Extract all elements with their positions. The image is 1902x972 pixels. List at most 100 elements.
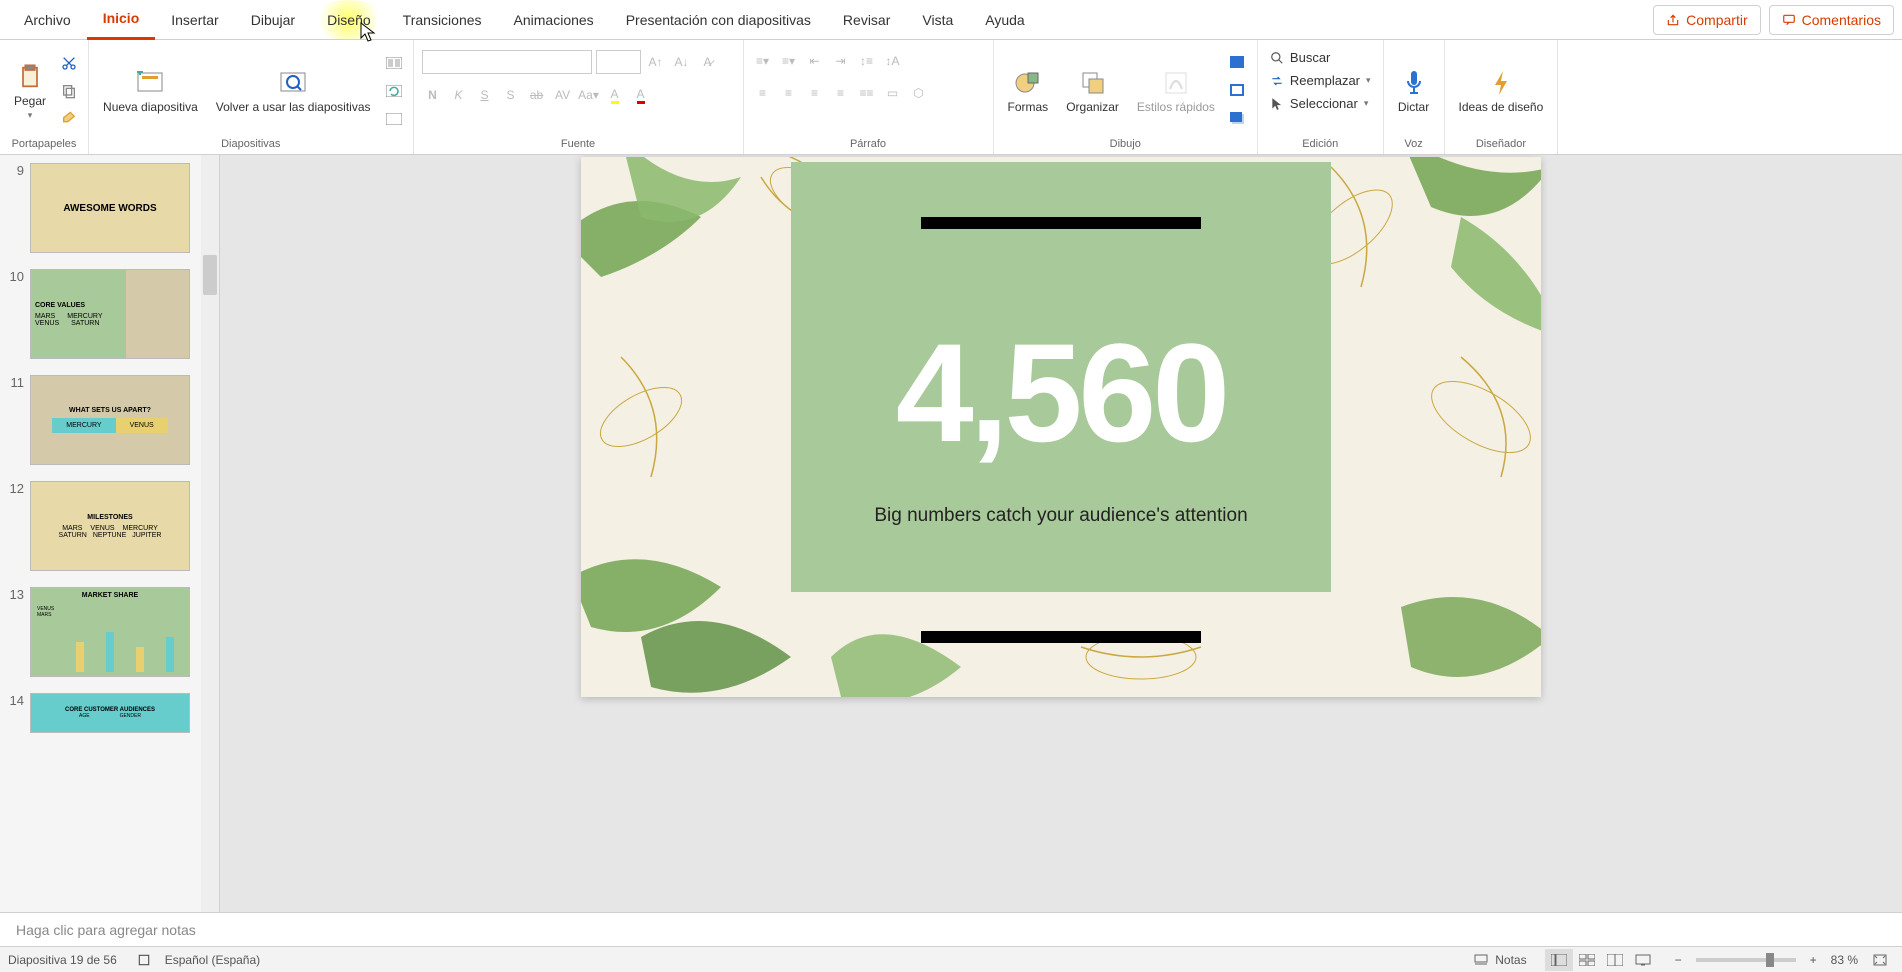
- shape-outline-button[interactable]: [1227, 80, 1249, 102]
- accessibility-icon[interactable]: [137, 953, 151, 967]
- slide-thumb-14[interactable]: 14 CORE CUSTOMER AUDIENCES AGEGENDER: [0, 685, 219, 741]
- shadow-button[interactable]: S: [500, 84, 522, 106]
- find-label: Buscar: [1290, 50, 1330, 65]
- select-button[interactable]: Seleccionar ▾: [1266, 94, 1372, 113]
- text-direction-button[interactable]: ↕A: [882, 50, 904, 72]
- bold-button[interactable]: N: [422, 84, 444, 106]
- strike-button[interactable]: ab: [526, 84, 548, 106]
- fit-window-button[interactable]: [1866, 949, 1894, 971]
- font-family-input[interactable]: [422, 50, 592, 74]
- layout-button[interactable]: [383, 52, 405, 74]
- paste-button[interactable]: Pegar ▾: [8, 59, 52, 123]
- smartart-button[interactable]: ⬡: [908, 82, 930, 104]
- clear-format-button[interactable]: A̷: [697, 51, 719, 73]
- clipboard-icon: [14, 61, 46, 93]
- new-slide-button[interactable]: Nueva diapositiva: [97, 65, 204, 116]
- tab-insertar[interactable]: Insertar: [155, 0, 234, 40]
- tab-archivo[interactable]: Archivo: [8, 0, 87, 40]
- underline-button[interactable]: S: [474, 84, 496, 106]
- zoom-level[interactable]: 83 %: [1831, 953, 1858, 967]
- sorter-view-button[interactable]: [1573, 949, 1601, 971]
- align-text-button[interactable]: ▭: [882, 82, 904, 104]
- reset-button[interactable]: [383, 80, 405, 102]
- quick-styles-button[interactable]: Estilos rápidos: [1131, 65, 1221, 116]
- align-right-button[interactable]: ≡: [804, 82, 826, 104]
- decrease-font-button[interactable]: A↓: [671, 51, 693, 73]
- tab-vista[interactable]: Vista: [906, 0, 969, 40]
- slide-thumb-10[interactable]: 10 CORE VALUES MARSMERCURY VENUSSATURN: [0, 261, 219, 367]
- slide-counter: Diapositiva 19 de 56: [8, 953, 117, 967]
- group-label-paragraph: Párrafo: [752, 138, 985, 152]
- tab-ayuda[interactable]: Ayuda: [969, 0, 1040, 40]
- highlight-button[interactable]: A: [604, 84, 626, 106]
- line-spacing-button[interactable]: ↕≡: [856, 50, 878, 72]
- font-size-input[interactable]: [596, 50, 641, 74]
- tab-presentacion[interactable]: Presentación con diapositivas: [610, 0, 827, 40]
- comments-button[interactable]: Comentarios: [1769, 5, 1894, 35]
- normal-view-button[interactable]: [1545, 949, 1573, 971]
- char-spacing-button[interactable]: AV: [552, 84, 574, 106]
- tab-inicio[interactable]: Inicio: [87, 0, 156, 40]
- bullets-button[interactable]: ≡▾: [752, 50, 774, 72]
- font-color-button[interactable]: A: [630, 84, 652, 106]
- current-slide[interactable]: 4,560 Big numbers catch your audience's …: [581, 157, 1541, 697]
- align-center-button[interactable]: ≡: [778, 82, 800, 104]
- section-button[interactable]: [383, 108, 405, 130]
- notes-pane[interactable]: Haga clic para agregar notas: [0, 912, 1902, 946]
- reuse-slides-button[interactable]: Volver a usar las diapositivas: [210, 65, 377, 116]
- slide-thumb-9[interactable]: 9 AWESOME WORDS: [0, 155, 219, 261]
- zoom-in-button[interactable]: +: [1804, 953, 1823, 967]
- slide-thumbnail-panel[interactable]: 9 AWESOME WORDS 10 CORE VALUES MARSMERCU…: [0, 155, 220, 912]
- columns-button[interactable]: ≡≡: [856, 82, 878, 104]
- increase-font-button[interactable]: A↑: [645, 51, 667, 73]
- change-case-button[interactable]: Aa▾: [578, 84, 600, 106]
- group-label-designer: Diseñador: [1453, 138, 1550, 152]
- numbering-button[interactable]: ≡▾: [778, 50, 800, 72]
- tab-revisar[interactable]: Revisar: [827, 0, 906, 40]
- shapes-button[interactable]: Formas: [1002, 65, 1055, 116]
- slide-thumb-13[interactable]: 13 MARKET SHARE VENUSMARS: [0, 579, 219, 685]
- tab-diseno[interactable]: Diseño: [311, 0, 387, 40]
- language-status[interactable]: Español (España): [165, 953, 260, 967]
- group-label-font: Fuente: [422, 138, 735, 152]
- notes-label[interactable]: Notas: [1495, 953, 1526, 967]
- align-left-button[interactable]: ≡: [752, 82, 774, 104]
- zoom-slider-handle[interactable]: [1766, 953, 1774, 967]
- chevron-down-icon: ▾: [1364, 98, 1369, 109]
- zoom-out-button[interactable]: −: [1669, 953, 1688, 967]
- justify-button[interactable]: ≡: [830, 82, 852, 104]
- tab-dibujar[interactable]: Dibujar: [235, 0, 311, 40]
- replace-icon: [1270, 74, 1284, 88]
- dictate-label: Dictar: [1398, 101, 1429, 114]
- chevron-down-icon: ▾: [28, 110, 33, 121]
- italic-button[interactable]: K: [448, 84, 470, 106]
- shape-fill-button[interactable]: [1227, 52, 1249, 74]
- slide-thumb-12[interactable]: 12 MILESTONES MARSVENUSMERCURY SATURNNEP…: [0, 473, 219, 579]
- notes-toggle-button[interactable]: [1467, 949, 1495, 971]
- find-button[interactable]: Buscar: [1266, 48, 1334, 67]
- scrollbar-thumb[interactable]: [203, 255, 217, 295]
- reading-view-button[interactable]: [1601, 949, 1629, 971]
- share-button[interactable]: Compartir: [1653, 5, 1760, 35]
- thumbnail-scrollbar[interactable]: [201, 155, 219, 912]
- increase-indent-button[interactable]: ⇥: [830, 50, 852, 72]
- copy-button[interactable]: [58, 80, 80, 102]
- slideshow-view-button[interactable]: [1629, 949, 1657, 971]
- slide-editor[interactable]: 4,560 Big numbers catch your audience's …: [220, 155, 1902, 912]
- design-ideas-label: Ideas de diseño: [1459, 101, 1544, 114]
- group-label-slides: Diapositivas: [97, 138, 404, 152]
- format-painter-button[interactable]: [58, 108, 80, 130]
- replace-button[interactable]: Reemplazar ▾: [1266, 71, 1375, 90]
- shape-effects-button[interactable]: [1227, 108, 1249, 130]
- group-label-voice: Voz: [1392, 138, 1436, 152]
- zoom-slider[interactable]: [1696, 958, 1796, 962]
- tab-animaciones[interactable]: Animaciones: [498, 0, 610, 40]
- status-bar: Diapositiva 19 de 56 Español (España) No…: [0, 946, 1902, 972]
- cut-button[interactable]: [58, 52, 80, 74]
- slide-thumb-11[interactable]: 11 WHAT SETS US APART? MERCURYVENUS: [0, 367, 219, 473]
- arrange-button[interactable]: Organizar: [1060, 65, 1125, 116]
- tab-transiciones[interactable]: Transiciones: [387, 0, 498, 40]
- dictate-button[interactable]: Dictar: [1392, 65, 1436, 116]
- decrease-indent-button[interactable]: ⇤: [804, 50, 826, 72]
- design-ideas-button[interactable]: Ideas de diseño: [1453, 65, 1550, 116]
